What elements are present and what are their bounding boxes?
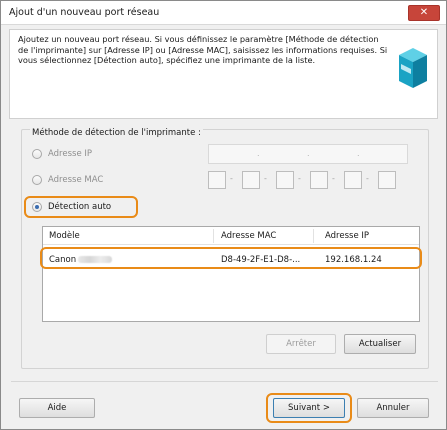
printer-cube-icon [399, 48, 427, 88]
dialog-window: Ajout d'un nouveau port réseau ✕ Ajoutez… [0, 0, 447, 430]
help-button[interactable]: Aide [19, 398, 95, 418]
column-header-ip[interactable]: Adresse IP [325, 231, 369, 241]
column-header-mac[interactable]: Adresse MAC [221, 231, 276, 241]
mac-separator: - [264, 174, 267, 183]
radio-button[interactable] [32, 202, 42, 212]
mac-field-4 [310, 171, 328, 189]
printer-list[interactable]: Modèle Adresse MAC Adresse IP Canon D8-4… [42, 226, 420, 322]
description-text: Ajoutez un nouveau port réseau. Si vous … [18, 34, 388, 65]
header-panel: Ajoutez un nouveau port réseau. Si vous … [9, 29, 438, 119]
radio-mac-address[interactable]: Adresse MAC [32, 172, 103, 188]
ip-dot: . [257, 149, 260, 158]
ip-address-field: . . . [208, 144, 408, 164]
stop-button[interactable]: Arrêter [266, 334, 336, 354]
column-header-model[interactable]: Modèle [49, 231, 80, 241]
mac-field-1 [208, 171, 226, 189]
printer-row-highlight [40, 247, 422, 269]
close-button[interactable]: ✕ [408, 5, 440, 21]
mac-separator: - [230, 174, 233, 183]
detection-method-group: Méthode de détection de l'imprimante : A… [21, 128, 429, 369]
ip-dot: . [357, 149, 360, 158]
cancel-button[interactable]: Annuler [357, 398, 429, 418]
radio-label: Détection auto [48, 202, 112, 212]
radio-auto-detect[interactable]: Détection auto [32, 199, 111, 215]
radio-button[interactable] [32, 149, 42, 159]
next-button[interactable]: Suivant > [273, 398, 345, 418]
ip-dot: . [307, 149, 310, 158]
radio-label: Adresse MAC [48, 175, 104, 185]
footer-separator [11, 381, 438, 382]
title-bar: Ajout d'un nouveau port réseau ✕ [1, 1, 446, 25]
mac-separator: - [298, 174, 301, 183]
column-divider [313, 229, 314, 243]
group-title: Méthode de détection de l'imprimante : [30, 128, 203, 138]
window-title: Ajout d'un nouveau port réseau [9, 7, 160, 18]
mac-field-2 [242, 171, 260, 189]
radio-ip-address[interactable]: Adresse IP [32, 146, 92, 162]
mac-field-5 [344, 171, 362, 189]
mac-field-6 [378, 171, 396, 189]
mac-separator: - [366, 174, 369, 183]
mac-field-3 [276, 171, 294, 189]
column-divider [213, 229, 214, 243]
list-header: Modèle Adresse MAC Adresse IP [43, 227, 419, 245]
radio-label: Adresse IP [48, 149, 93, 159]
refresh-button[interactable]: Actualiser [344, 334, 416, 354]
mac-separator: - [332, 174, 335, 183]
radio-button[interactable] [32, 175, 42, 185]
